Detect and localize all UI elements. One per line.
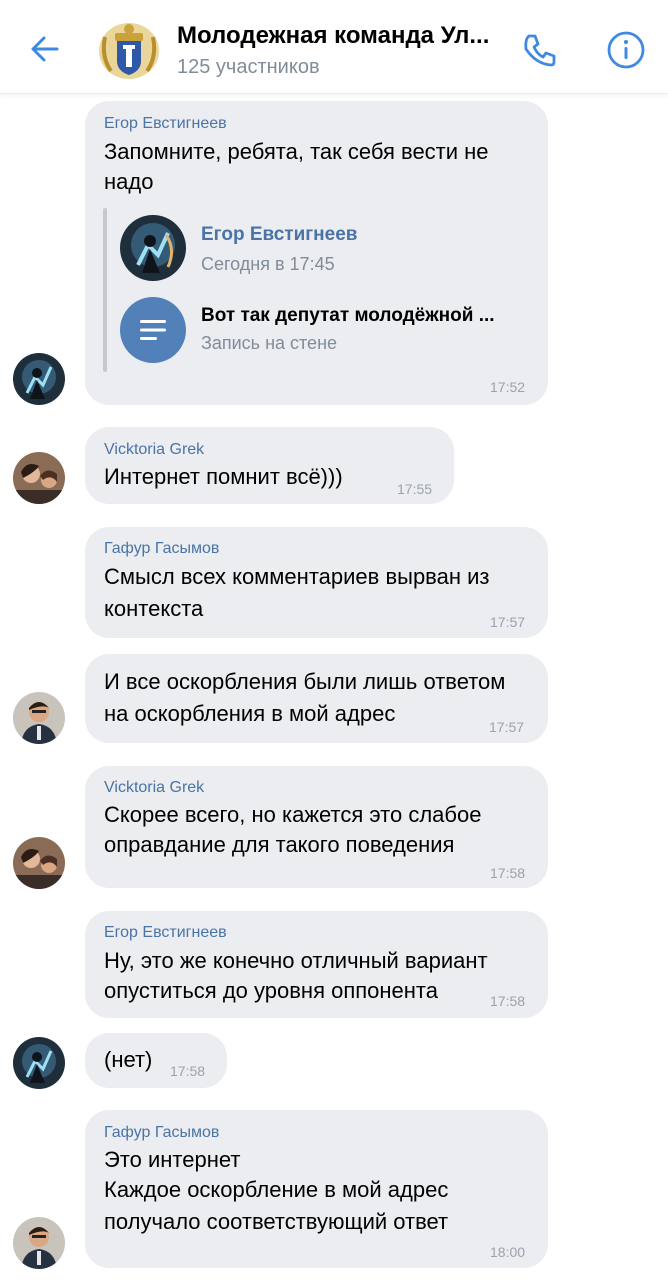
call-button[interactable] <box>518 28 562 72</box>
message-author[interactable]: Егор Евстигнеев <box>104 924 227 942</box>
avatar[interactable] <box>13 353 65 405</box>
repost-divider <box>103 208 107 372</box>
participants-count: 125 участников <box>177 56 320 78</box>
message-time: 17:58 <box>490 865 526 881</box>
message-text: надо <box>104 169 154 194</box>
message-text: оправдание для такого поведения <box>104 832 455 857</box>
group-crest-icon <box>99 23 159 79</box>
message-text: Ну, это же конечно отличный вариант <box>104 948 488 973</box>
avatar[interactable] <box>13 452 65 504</box>
message-author[interactable]: Vicktoria Grek <box>104 779 204 797</box>
message-text: опуститься до уровня оппонента <box>104 978 438 1003</box>
message-time: 17:57 <box>490 614 526 630</box>
message-time: 17:52 <box>490 379 526 395</box>
back-button[interactable] <box>24 28 66 70</box>
info-button[interactable] <box>604 28 648 72</box>
message-time: 18:00 <box>490 1244 526 1260</box>
message-text: контекста <box>104 596 204 621</box>
message-text: И все оскорбления были лишь ответом <box>104 669 506 694</box>
message-text: Интернет помнит всё))) <box>104 464 343 489</box>
message-author[interactable]: Гафур Гасымов <box>104 1124 219 1142</box>
chat-header: Молодежная команда Ул... 125 участников <box>0 0 668 94</box>
message-author[interactable]: Егор Евстигнеев <box>104 115 227 133</box>
wall-post-title[interactable]: Вот так депутат молодёжной ... <box>201 305 495 327</box>
repost-date: Сегодня в 17:45 <box>201 254 335 274</box>
avatar[interactable] <box>13 692 65 744</box>
wall-post-icon[interactable] <box>120 297 186 363</box>
chat-title[interactable]: Молодежная команда Ул... <box>177 22 489 50</box>
message-text: Это интернет <box>104 1147 241 1172</box>
message-text: на оскорбления в мой адрес <box>104 701 396 726</box>
message-text: Смысл всех комментариев вырван из <box>104 564 490 589</box>
message-time: 17:58 <box>170 1063 206 1079</box>
repost-author-avatar[interactable] <box>120 215 186 281</box>
wall-post-subtitle: Запись на стене <box>201 333 338 353</box>
message-text: получало соответствующий ответ <box>104 1209 449 1234</box>
message-time: 17:58 <box>490 993 526 1009</box>
message-text: (нет) <box>104 1047 153 1072</box>
message-time: 17:57 <box>489 719 525 735</box>
message-text: Скорее всего, но кажется это слабое <box>104 802 482 827</box>
message-text: Каждое оскорбление в мой адрес <box>104 1177 449 1202</box>
message-author[interactable]: Гафур Гасымов <box>104 540 219 558</box>
avatar[interactable] <box>13 1217 65 1269</box>
avatar[interactable] <box>13 1037 65 1089</box>
avatar[interactable] <box>13 837 65 889</box>
message-time: 17:55 <box>397 481 433 497</box>
group-avatar[interactable] <box>97 17 161 81</box>
repost-author-name[interactable]: Егор Евстигнеев <box>201 224 357 246</box>
info-icon <box>607 31 645 69</box>
message-author[interactable]: Vicktoria Grek <box>104 441 204 459</box>
back-arrow-icon <box>31 36 59 62</box>
phone-icon <box>524 34 556 67</box>
message-text: Запомните, ребята, так себя вести не <box>104 139 489 164</box>
